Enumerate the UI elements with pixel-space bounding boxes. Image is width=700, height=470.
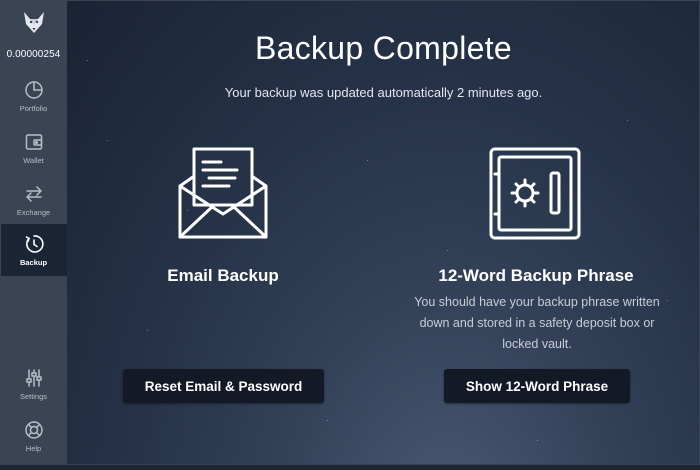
sidebar-item-backup[interactable]: Backup	[0, 224, 67, 276]
sliders-icon	[25, 369, 42, 387]
exchange-arrows-icon	[25, 186, 42, 202]
fox-logo-icon[interactable]	[0, 8, 67, 36]
background-star	[537, 440, 538, 441]
background-star	[327, 420, 328, 421]
envelope-letter-icon	[178, 147, 268, 239]
sidebar-item-label: Backup	[19, 258, 48, 267]
email-backup-title: Email Backup	[167, 266, 279, 285]
sidebar-item-wallet[interactable]: Wallet	[0, 132, 67, 182]
sidebar-item-label: Exchange	[16, 208, 51, 217]
background-star	[627, 120, 628, 121]
sidebar-item-portfolio[interactable]: Portfolio	[0, 80, 67, 130]
backup-status-text: Your backup was updated automatically 2 …	[224, 85, 543, 100]
phrase-backup-title: 12-Word Backup Phrase	[438, 266, 634, 285]
background-star	[447, 250, 448, 251]
sidebar-item-label: Portfolio	[19, 104, 48, 113]
wallet-balance: 0.00000254	[6, 49, 61, 60]
show-12-word-phrase-button[interactable]: Show 12-Word Phrase	[444, 369, 630, 403]
background-star	[147, 330, 148, 331]
background-star	[367, 160, 368, 161]
wallet-icon	[25, 134, 42, 150]
page-title: Backup Complete	[254, 30, 513, 66]
lifebuoy-icon	[24, 421, 43, 439]
backup-clock-icon	[25, 235, 44, 253]
phrase-backup-description: You should have your backup phrase writt…	[414, 295, 660, 351]
reset-email-password-button[interactable]: Reset Email & Password	[123, 369, 324, 403]
background-star	[107, 140, 108, 141]
pie-chart-icon	[24, 81, 43, 99]
sidebar-item-label: Settings	[19, 392, 48, 401]
sidebar-item-label: Help	[25, 444, 42, 453]
backup-main-panel: Backup Complete Your backup was updated …	[67, 0, 700, 465]
sidebar-item-help[interactable]: Help	[0, 420, 67, 470]
sidebar: 0.00000254 Portfolio Wallet Exchange Bac…	[0, 0, 67, 465]
safe-vault-icon	[489, 147, 581, 240]
sidebar-item-label: Wallet	[23, 156, 44, 165]
sidebar-item-settings[interactable]: Settings	[0, 368, 67, 418]
